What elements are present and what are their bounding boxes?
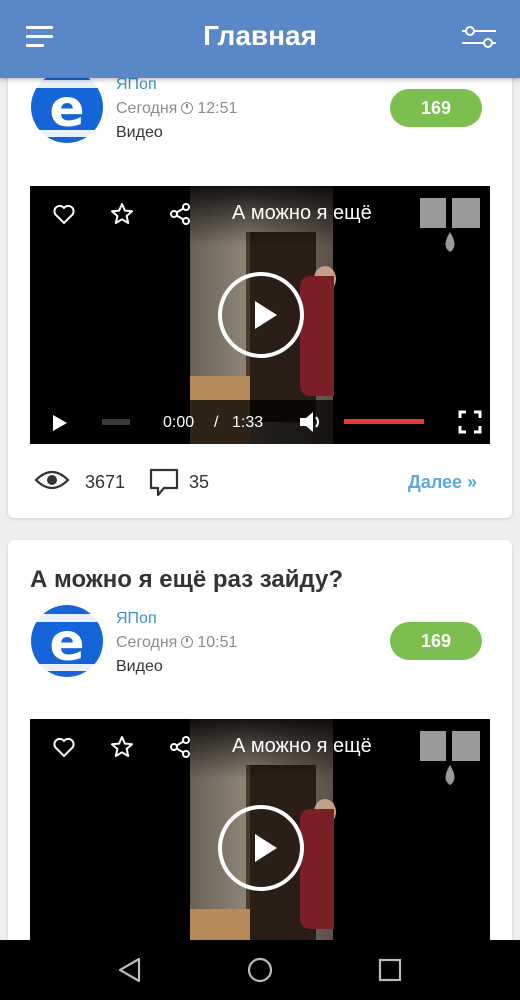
yap-watermark-icon	[420, 198, 480, 252]
page-title: Главная	[203, 20, 317, 51]
star-icon[interactable]	[110, 735, 134, 759]
comments-icon[interactable]	[148, 467, 180, 497]
video-scene-person	[300, 276, 334, 396]
views-count: 3671	[85, 472, 126, 492]
date-label: Сегодня	[116, 634, 178, 651]
feed[interactable]: e ЯПоп Сегодня 12:51 Видео 169 А можно я…	[0, 0, 520, 940]
video-progress-bar[interactable]	[102, 419, 130, 425]
back-triangle-icon[interactable]	[115, 955, 145, 985]
comments-count[interactable]: 35	[189, 472, 209, 493]
post-date: Сегодня 10:51	[116, 634, 237, 652]
author-link[interactable]: ЯПоп	[116, 76, 157, 94]
system-navigation-bar	[0, 940, 520, 1000]
video-scene-shelf	[190, 909, 250, 940]
video-duration: 1:33	[232, 414, 264, 431]
volume-icon[interactable]	[298, 410, 324, 434]
yap-watermark-icon	[420, 731, 480, 785]
time-separator: /	[214, 414, 219, 431]
play-overlay-button[interactable]	[218, 805, 304, 891]
post-category[interactable]: Видео	[116, 658, 163, 676]
post-card: e ЯПоп Сегодня 12:51 Видео 169 А можно я…	[8, 40, 512, 518]
author-link[interactable]: ЯПоп	[116, 610, 157, 628]
recents-square-icon[interactable]	[375, 955, 405, 985]
post-card: А можно я ещё раз зайду? e ЯПоп Сегодня 1…	[8, 540, 512, 940]
score-badge[interactable]: 169	[390, 622, 482, 660]
app-header: Главная	[0, 0, 520, 78]
video-title: А можно я ещё	[232, 735, 372, 757]
heart-icon[interactable]	[52, 735, 76, 759]
home-circle-icon[interactable]	[245, 955, 275, 985]
read-more-link[interactable]: Далее »	[408, 472, 477, 493]
star-icon[interactable]	[110, 202, 134, 226]
fullscreen-icon[interactable]	[458, 410, 482, 434]
video-player[interactable]: А можно я ещё 0:00 / 1:33	[30, 186, 490, 444]
channel-logo[interactable]: e	[30, 70, 104, 144]
video-title: А можно я ещё	[232, 202, 372, 224]
clock-icon	[181, 102, 194, 114]
video-player[interactable]: А можно я ещё	[30, 719, 490, 940]
post-date: Сегодня 12:51	[116, 100, 237, 118]
share-icon[interactable]	[168, 202, 192, 226]
play-icon[interactable]	[52, 414, 68, 432]
current-time: 0:00	[163, 414, 195, 431]
post-category[interactable]: Видео	[116, 124, 163, 142]
time-label: 12:51	[197, 100, 238, 117]
channel-logo[interactable]: e	[30, 604, 104, 678]
play-overlay-button[interactable]	[218, 272, 304, 358]
volume-slider[interactable]	[344, 419, 424, 424]
video-scene-person	[300, 809, 334, 929]
share-icon[interactable]	[168, 735, 192, 759]
clock-icon	[181, 636, 194, 648]
time-label: 10:51	[197, 634, 238, 651]
score-badge[interactable]: 169	[390, 89, 482, 127]
views-eye-icon	[34, 470, 70, 490]
heart-icon[interactable]	[52, 202, 76, 226]
post-title[interactable]: А можно я ещё раз зайду?	[30, 566, 343, 594]
date-label: Сегодня	[116, 100, 178, 117]
sliders-settings-icon[interactable]	[462, 26, 496, 48]
